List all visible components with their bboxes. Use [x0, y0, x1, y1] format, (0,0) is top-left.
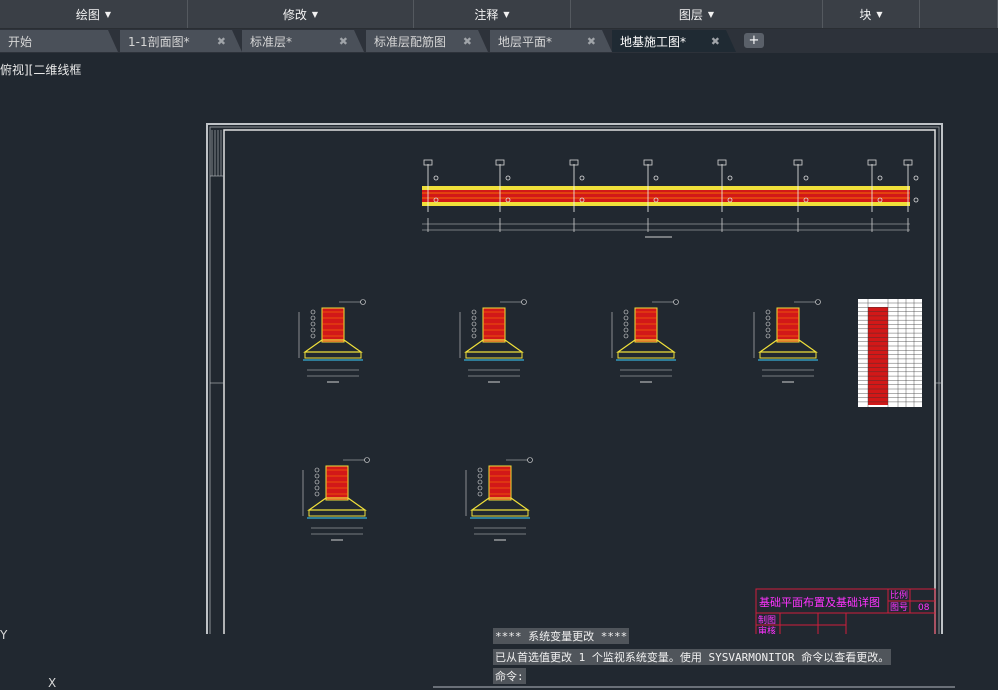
close-tab-icon[interactable]: ✖ — [587, 35, 596, 48]
ucs-y-axis-label: Y — [0, 628, 8, 642]
document-tab-0[interactable]: 开始 — [0, 30, 118, 52]
document-tab-label: 1-1剖面图* — [128, 34, 190, 49]
document-tab-1[interactable]: 1-1剖面图* ✖ — [120, 30, 242, 52]
document-tab-3[interactable]: 标准层配筋图 ✖ — [366, 30, 488, 52]
ribbon-panel: 绘图 ▼ 修改 ▼ 注释 ▼ 图层 ▼ 块 ▼ — [0, 0, 998, 29]
title-block-title: 基础平面布置及基础详图 — [759, 595, 880, 609]
ribbon-group-label: 注释 — [474, 7, 499, 22]
dropdown-caret-icon: ▼ — [104, 9, 112, 19]
footing-detail-2 — [611, 299, 679, 383]
document-tab-2[interactable]: 标准层* ✖ — [242, 30, 364, 52]
drawing-canvas[interactable]: 基础平面布置及基础详图 比例 图号 08 制图 审核 — [0, 54, 998, 634]
document-tab-label: 地层平面* — [498, 34, 553, 49]
ribbon-group-5[interactable] — [920, 0, 998, 28]
command-history-line-1: **** 系统变量更改 **** — [493, 628, 630, 644]
ribbon-group-label: 块 — [859, 7, 872, 22]
ribbon-group-0[interactable]: 绘图 ▼ — [0, 0, 188, 28]
footing-detail-5 — [465, 457, 533, 541]
command-prompt[interactable]: 命令: — [493, 668, 526, 684]
title-block-drawn-label: 制图 — [758, 614, 776, 626]
ribbon-group-3[interactable]: 图层 ▼ — [571, 0, 823, 28]
footing-detail-1 — [459, 299, 527, 383]
title-block-sheet-label: 图号 — [890, 602, 908, 613]
dropdown-caret-icon: ▼ — [503, 9, 510, 19]
new-tab-button[interactable]: + — [744, 33, 764, 48]
title-block-checked-label: 审核 — [758, 625, 776, 634]
document-tab-label: 标准层* — [250, 34, 293, 49]
document-tab-label: 开始 — [8, 34, 33, 49]
title-block-scale-label: 比例 — [890, 589, 908, 601]
footing-details — [298, 299, 821, 541]
close-tab-icon[interactable]: ✖ — [463, 35, 472, 48]
close-tab-icon[interactable]: ✖ — [339, 35, 348, 48]
ribbon-group-label: 图层 — [678, 7, 703, 22]
strip-foundation-beam — [422, 159, 919, 238]
ribbon-group-2[interactable]: 注释 ▼ — [414, 0, 571, 28]
footing-detail-4 — [302, 457, 370, 541]
close-tab-icon[interactable]: ✖ — [711, 35, 720, 48]
document-tab-label: 标准层配筋图 — [374, 34, 447, 49]
document-tab-bar: 开始 1-1剖面图* ✖ 标准层* ✖ 标准层配筋图 ✖ 地层平面* ✖ 地基施工图* ✖ — [0, 29, 998, 53]
document-tab-5[interactable]: 地基施工图* ✖ — [612, 30, 736, 52]
dropdown-caret-icon: ▼ — [876, 9, 883, 19]
title-block-sheet-number: 08 — [918, 603, 930, 613]
ribbon-group-label: 修改 — [282, 7, 307, 22]
dropdown-caret-icon: ▼ — [311, 9, 319, 19]
dropdown-caret-icon: ▼ — [707, 9, 715, 19]
footing-detail-0 — [298, 299, 366, 383]
document-tab-4[interactable]: 地层平面* ✖ — [490, 30, 612, 52]
close-tab-icon[interactable]: ✖ — [217, 35, 226, 48]
document-tab-label: 地基施工图* — [620, 34, 687, 49]
command-history-line-2: 已从首选值更改 1 个监视系统变量。使用 SYSVARMONITOR 命令以查看… — [493, 649, 892, 665]
rebar-schedule-table — [858, 299, 922, 407]
binding-margin-lines — [210, 130, 942, 384]
footing-detail-3 — [753, 299, 821, 383]
ribbon-group-4[interactable]: 块 ▼ — [823, 0, 920, 28]
ribbon-group-label: 绘图 — [75, 7, 100, 22]
ribbon-group-1[interactable]: 修改 ▼ — [188, 0, 414, 28]
